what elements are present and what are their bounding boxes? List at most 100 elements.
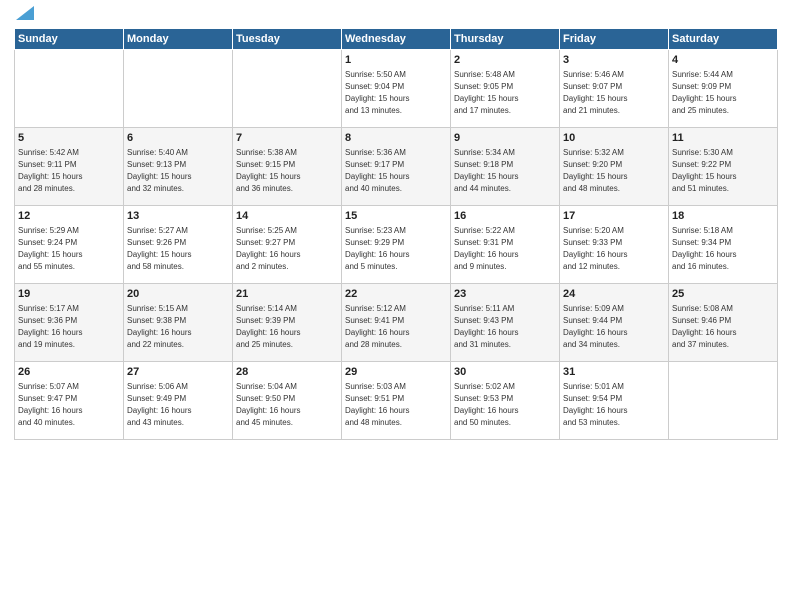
calendar-table: SundayMondayTuesdayWednesdayThursdayFrid…	[14, 28, 778, 440]
day-cell: 26 Sunrise: 5:07 AM Sunset: 9:47 PM Dayli…	[15, 362, 124, 440]
day-info: Sunrise: 5:04 AM Sunset: 9:50 PM Dayligh…	[236, 382, 300, 426]
day-number: 13	[127, 209, 229, 224]
day-number: 9	[454, 131, 556, 146]
day-info: Sunrise: 5:46 AM Sunset: 9:07 PM Dayligh…	[563, 70, 627, 114]
day-cell: 23 Sunrise: 5:11 AM Sunset: 9:43 PM Dayli…	[451, 284, 560, 362]
day-number: 6	[127, 131, 229, 146]
day-cell	[15, 50, 124, 128]
day-number: 23	[454, 287, 556, 302]
day-number: 25	[672, 287, 774, 302]
day-info: Sunrise: 5:44 AM Sunset: 9:09 PM Dayligh…	[672, 70, 736, 114]
day-info: Sunrise: 5:12 AM Sunset: 9:41 PM Dayligh…	[345, 304, 409, 348]
day-info: Sunrise: 5:34 AM Sunset: 9:18 PM Dayligh…	[454, 148, 518, 192]
day-number: 30	[454, 365, 556, 380]
day-number: 28	[236, 365, 338, 380]
day-number: 1	[345, 53, 447, 68]
day-info: Sunrise: 5:17 AM Sunset: 9:36 PM Dayligh…	[18, 304, 82, 348]
day-info: Sunrise: 5:32 AM Sunset: 9:20 PM Dayligh…	[563, 148, 627, 192]
day-number: 19	[18, 287, 120, 302]
day-info: Sunrise: 5:03 AM Sunset: 9:51 PM Dayligh…	[345, 382, 409, 426]
day-info: Sunrise: 5:48 AM Sunset: 9:05 PM Dayligh…	[454, 70, 518, 114]
header	[14, 10, 778, 24]
day-info: Sunrise: 5:09 AM Sunset: 9:44 PM Dayligh…	[563, 304, 627, 348]
day-cell: 11 Sunrise: 5:30 AM Sunset: 9:22 PM Dayli…	[669, 128, 778, 206]
week-row-3: 12 Sunrise: 5:29 AM Sunset: 9:24 PM Dayli…	[15, 206, 778, 284]
day-info: Sunrise: 5:50 AM Sunset: 9:04 PM Dayligh…	[345, 70, 409, 114]
day-info: Sunrise: 5:40 AM Sunset: 9:13 PM Dayligh…	[127, 148, 191, 192]
day-number: 5	[18, 131, 120, 146]
day-number: 8	[345, 131, 447, 146]
day-number: 12	[18, 209, 120, 224]
day-info: Sunrise: 5:27 AM Sunset: 9:26 PM Dayligh…	[127, 226, 191, 270]
header-day-tuesday: Tuesday	[233, 29, 342, 50]
day-number: 21	[236, 287, 338, 302]
day-cell: 17 Sunrise: 5:20 AM Sunset: 9:33 PM Dayli…	[560, 206, 669, 284]
day-number: 26	[18, 365, 120, 380]
day-cell: 21 Sunrise: 5:14 AM Sunset: 9:39 PM Dayli…	[233, 284, 342, 362]
day-cell: 29 Sunrise: 5:03 AM Sunset: 9:51 PM Dayli…	[342, 362, 451, 440]
day-cell: 25 Sunrise: 5:08 AM Sunset: 9:46 PM Dayli…	[669, 284, 778, 362]
header-day-wednesday: Wednesday	[342, 29, 451, 50]
day-cell: 13 Sunrise: 5:27 AM Sunset: 9:26 PM Dayli…	[124, 206, 233, 284]
day-number: 7	[236, 131, 338, 146]
day-number: 17	[563, 209, 665, 224]
day-number: 10	[563, 131, 665, 146]
day-cell: 6 Sunrise: 5:40 AM Sunset: 9:13 PM Daylig…	[124, 128, 233, 206]
day-info: Sunrise: 5:30 AM Sunset: 9:22 PM Dayligh…	[672, 148, 736, 192]
day-number: 2	[454, 53, 556, 68]
header-day-sunday: Sunday	[15, 29, 124, 50]
day-info: Sunrise: 5:02 AM Sunset: 9:53 PM Dayligh…	[454, 382, 518, 426]
day-info: Sunrise: 5:29 AM Sunset: 9:24 PM Dayligh…	[18, 226, 82, 270]
day-number: 14	[236, 209, 338, 224]
logo-icon	[16, 6, 34, 20]
day-info: Sunrise: 5:25 AM Sunset: 9:27 PM Dayligh…	[236, 226, 300, 270]
day-info: Sunrise: 5:06 AM Sunset: 9:49 PM Dayligh…	[127, 382, 191, 426]
day-cell: 2 Sunrise: 5:48 AM Sunset: 9:05 PM Daylig…	[451, 50, 560, 128]
day-info: Sunrise: 5:36 AM Sunset: 9:17 PM Dayligh…	[345, 148, 409, 192]
day-info: Sunrise: 5:15 AM Sunset: 9:38 PM Dayligh…	[127, 304, 191, 348]
day-info: Sunrise: 5:23 AM Sunset: 9:29 PM Dayligh…	[345, 226, 409, 270]
day-cell: 7 Sunrise: 5:38 AM Sunset: 9:15 PM Daylig…	[233, 128, 342, 206]
day-info: Sunrise: 5:38 AM Sunset: 9:15 PM Dayligh…	[236, 148, 300, 192]
day-cell	[669, 362, 778, 440]
day-cell: 27 Sunrise: 5:06 AM Sunset: 9:49 PM Dayli…	[124, 362, 233, 440]
header-day-friday: Friday	[560, 29, 669, 50]
week-row-4: 19 Sunrise: 5:17 AM Sunset: 9:36 PM Dayli…	[15, 284, 778, 362]
week-row-2: 5 Sunrise: 5:42 AM Sunset: 9:11 PM Daylig…	[15, 128, 778, 206]
day-number: 15	[345, 209, 447, 224]
day-number: 31	[563, 365, 665, 380]
day-info: Sunrise: 5:08 AM Sunset: 9:46 PM Dayligh…	[672, 304, 736, 348]
day-cell: 20 Sunrise: 5:15 AM Sunset: 9:38 PM Dayli…	[124, 284, 233, 362]
day-number: 20	[127, 287, 229, 302]
day-cell: 15 Sunrise: 5:23 AM Sunset: 9:29 PM Dayli…	[342, 206, 451, 284]
day-info: Sunrise: 5:14 AM Sunset: 9:39 PM Dayligh…	[236, 304, 300, 348]
day-number: 3	[563, 53, 665, 68]
day-cell: 8 Sunrise: 5:36 AM Sunset: 9:17 PM Daylig…	[342, 128, 451, 206]
day-cell: 1 Sunrise: 5:50 AM Sunset: 9:04 PM Daylig…	[342, 50, 451, 128]
day-cell: 19 Sunrise: 5:17 AM Sunset: 9:36 PM Dayli…	[15, 284, 124, 362]
day-cell: 9 Sunrise: 5:34 AM Sunset: 9:18 PM Daylig…	[451, 128, 560, 206]
day-info: Sunrise: 5:22 AM Sunset: 9:31 PM Dayligh…	[454, 226, 518, 270]
day-info: Sunrise: 5:20 AM Sunset: 9:33 PM Dayligh…	[563, 226, 627, 270]
header-day-saturday: Saturday	[669, 29, 778, 50]
day-number: 27	[127, 365, 229, 380]
day-number: 11	[672, 131, 774, 146]
header-day-monday: Monday	[124, 29, 233, 50]
day-cell: 28 Sunrise: 5:04 AM Sunset: 9:50 PM Dayli…	[233, 362, 342, 440]
day-cell	[233, 50, 342, 128]
logo	[14, 10, 34, 24]
calendar-page: SundayMondayTuesdayWednesdayThursdayFrid…	[0, 0, 792, 612]
day-info: Sunrise: 5:18 AM Sunset: 9:34 PM Dayligh…	[672, 226, 736, 270]
day-number: 29	[345, 365, 447, 380]
day-cell: 10 Sunrise: 5:32 AM Sunset: 9:20 PM Dayli…	[560, 128, 669, 206]
week-row-5: 26 Sunrise: 5:07 AM Sunset: 9:47 PM Dayli…	[15, 362, 778, 440]
day-info: Sunrise: 5:42 AM Sunset: 9:11 PM Dayligh…	[18, 148, 82, 192]
day-number: 22	[345, 287, 447, 302]
day-cell: 24Sunrise: 5:09 AM Sunset: 9:44 PM Dayli…	[560, 284, 669, 362]
day-info: Sunrise: 5:11 AM Sunset: 9:43 PM Dayligh…	[454, 304, 518, 348]
day-info: Sunrise: 5:01 AM Sunset: 9:54 PM Dayligh…	[563, 382, 627, 426]
day-number: 4	[672, 53, 774, 68]
day-cell: 12 Sunrise: 5:29 AM Sunset: 9:24 PM Dayli…	[15, 206, 124, 284]
day-info: Sunrise: 5:07 AM Sunset: 9:47 PM Dayligh…	[18, 382, 82, 426]
day-cell: 5 Sunrise: 5:42 AM Sunset: 9:11 PM Daylig…	[15, 128, 124, 206]
